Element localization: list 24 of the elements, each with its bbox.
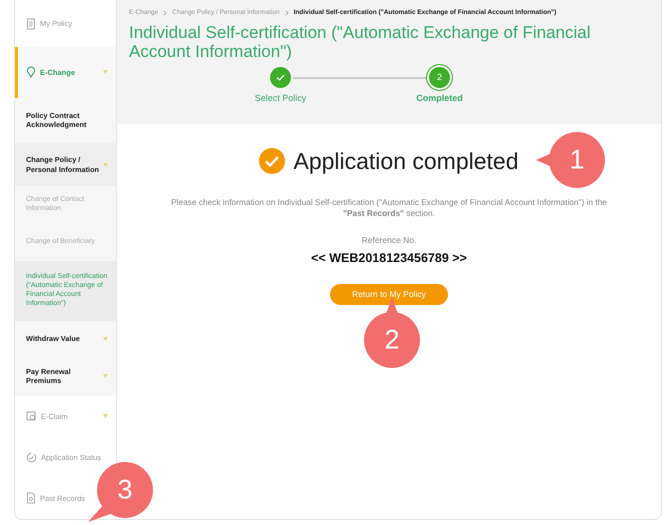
return-button[interactable]: Return to My Policy xyxy=(330,284,448,305)
caret-icon xyxy=(103,162,108,167)
chevron-icon xyxy=(163,10,168,16)
callout-tooltip: 1 xyxy=(536,131,606,189)
reference-number: << WEB2018123456789 >> xyxy=(311,250,467,268)
document-icon xyxy=(26,492,36,504)
step-label: Completed xyxy=(416,92,463,105)
caret-icon xyxy=(103,414,108,418)
step-number: 2 xyxy=(429,66,450,88)
result-heading: Application completed xyxy=(293,147,519,176)
check-circle-icon xyxy=(259,148,286,174)
caret-icon xyxy=(103,336,108,341)
step-label: Select Policy xyxy=(254,92,306,105)
reference-label: Reference No. xyxy=(362,234,416,246)
caret-icon xyxy=(103,70,108,74)
chevron-icon xyxy=(284,10,289,16)
callout-tooltip: 3 xyxy=(88,462,154,522)
clock-check-icon xyxy=(26,452,37,463)
caret-icon xyxy=(103,374,108,378)
result-message: Please check information on Individual Self-certification ("Automatic Exchange of Financial Account Information") in the "Past Records" section. xyxy=(170,196,608,220)
page-title: Individual Self-certification ("Automatic Exchange of Financial Account Information") xyxy=(129,22,592,61)
document-icon xyxy=(26,18,36,30)
step-done-icon xyxy=(270,66,291,88)
claim-icon xyxy=(26,410,37,422)
